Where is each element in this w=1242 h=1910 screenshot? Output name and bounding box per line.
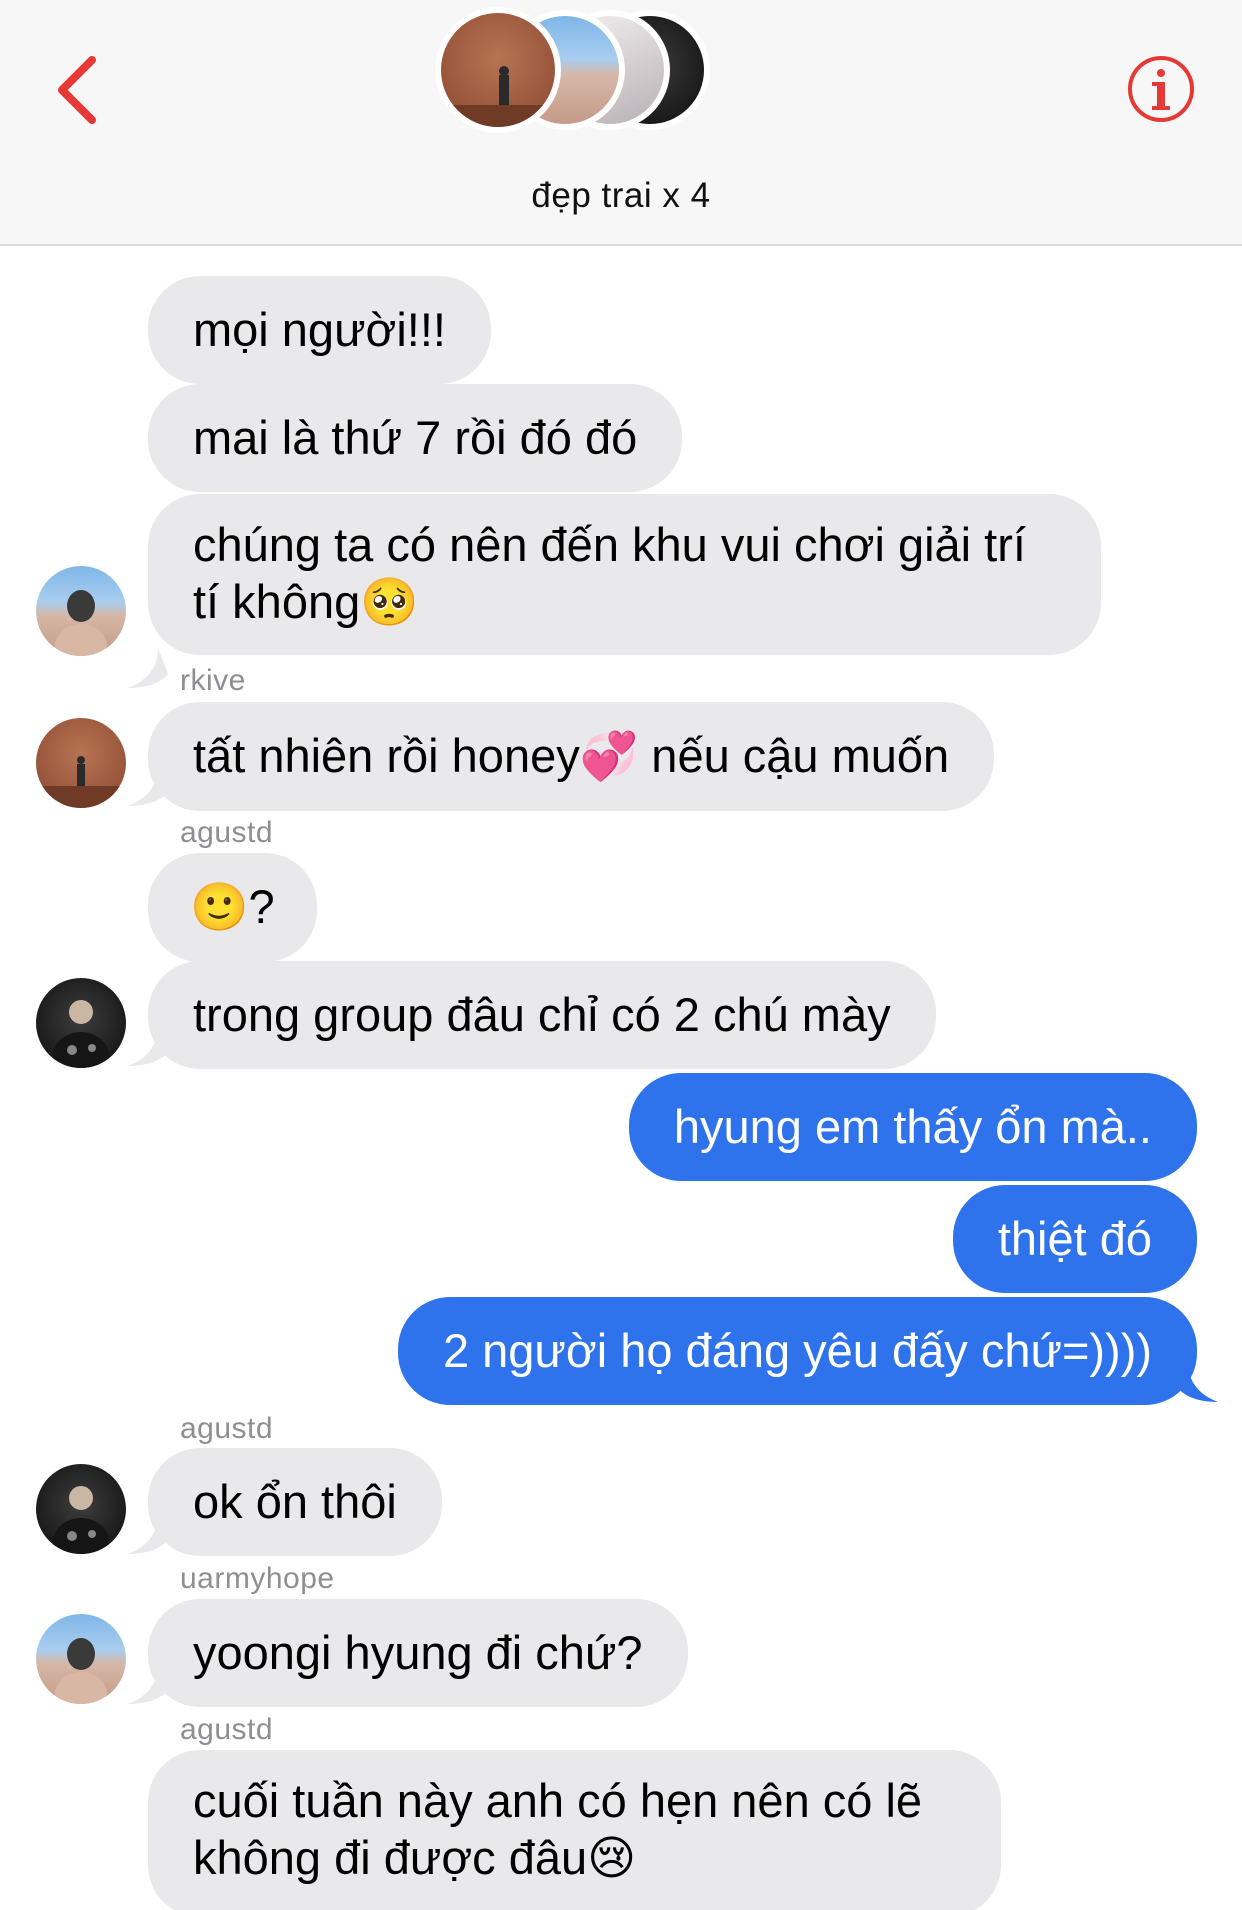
avatar[interactable] bbox=[36, 1464, 126, 1554]
message-text: tất nhiên rồi honey bbox=[193, 729, 580, 782]
message-text: yoongi hyung đi chứ? bbox=[193, 1626, 643, 1679]
group-avatar-stack[interactable] bbox=[0, 0, 1242, 140]
avatar[interactable] bbox=[36, 566, 126, 656]
sender-name: agustd bbox=[180, 1412, 274, 1445]
bubble-tail bbox=[128, 648, 168, 688]
message-list[interactable]: mọi người!!! mai là thứ 7 rồi đó đó chún… bbox=[0, 248, 1242, 1910]
incoming-message[interactable]: chúng ta có nên đến khu vui chơi giải tr… bbox=[148, 494, 1101, 655]
outgoing-message[interactable]: 2 người họ đáng yêu đấy chứ=)))) bbox=[397, 1297, 1197, 1405]
crying-face-emoji: 😢 bbox=[587, 1831, 637, 1886]
message-text: mọi người!!! bbox=[193, 303, 446, 356]
slightly-smiling-face-emoji: 🙂 bbox=[190, 880, 249, 935]
sender-name: agustd bbox=[180, 816, 274, 849]
pleading-face-emoji: 🥺 bbox=[360, 575, 419, 630]
group-name[interactable]: đẹp trai x 4 bbox=[0, 176, 1242, 216]
message-text: chúng ta có nên đến khu vui chơi giải tr… bbox=[193, 518, 1026, 628]
incoming-message[interactable]: 🙂? bbox=[148, 853, 317, 962]
message-text: thiệt đó bbox=[997, 1212, 1152, 1265]
sender-name: uarmyhope bbox=[180, 1562, 335, 1595]
message-text: nếu cậu muốn bbox=[638, 729, 950, 782]
message-text: trong group đâu chỉ có 2 chú mày bbox=[193, 988, 891, 1041]
incoming-message[interactable]: mọi người!!! bbox=[148, 276, 491, 384]
incoming-message[interactable]: yoongi hyung đi chứ? bbox=[148, 1599, 688, 1707]
bubble-tail bbox=[1178, 1362, 1218, 1402]
avatar[interactable] bbox=[36, 1614, 126, 1704]
info-icon[interactable] bbox=[1126, 54, 1196, 124]
incoming-message[interactable]: trong group đâu chỉ có 2 chú mày bbox=[148, 961, 936, 1069]
avatar[interactable] bbox=[36, 978, 126, 1068]
revolving-hearts-emoji: 💞 bbox=[579, 729, 639, 784]
message-text: 2 người họ đáng yêu đấy chứ=)))) bbox=[442, 1324, 1152, 1377]
incoming-message[interactable]: tất nhiên rồi honey💞 nếu cậu muốn bbox=[148, 702, 995, 811]
outgoing-message[interactable]: hyung em thấy ổn mà.. bbox=[628, 1073, 1197, 1181]
bubble-tail bbox=[128, 766, 168, 806]
sender-name: agustd bbox=[180, 1713, 274, 1746]
bubble-tail bbox=[128, 1664, 168, 1704]
sender-name: rkive bbox=[180, 664, 246, 697]
message-text: mai là thứ 7 rồi đó đó bbox=[193, 411, 638, 464]
bubble-tail bbox=[128, 1026, 168, 1066]
message-text: hyung em thấy ổn mà.. bbox=[673, 1100, 1152, 1153]
incoming-message[interactable]: ok ổn thôi bbox=[148, 1448, 442, 1556]
chat-header: đẹp trai x 4 bbox=[0, 0, 1242, 246]
member-avatar bbox=[435, 7, 561, 133]
message-text: cuối tuần này anh có hẹn nên có lẽ không… bbox=[193, 1774, 923, 1884]
avatar[interactable] bbox=[36, 718, 126, 808]
message-text: ? bbox=[248, 880, 275, 933]
incoming-message[interactable]: mai là thứ 7 rồi đó đó bbox=[148, 384, 683, 492]
message-text: ok ổn thôi bbox=[193, 1475, 397, 1528]
outgoing-message[interactable]: thiệt đó bbox=[952, 1185, 1197, 1293]
bubble-tail bbox=[128, 1514, 168, 1554]
incoming-message[interactable]: cuối tuần này anh có hẹn nên có lẽ không… bbox=[148, 1750, 1001, 1910]
